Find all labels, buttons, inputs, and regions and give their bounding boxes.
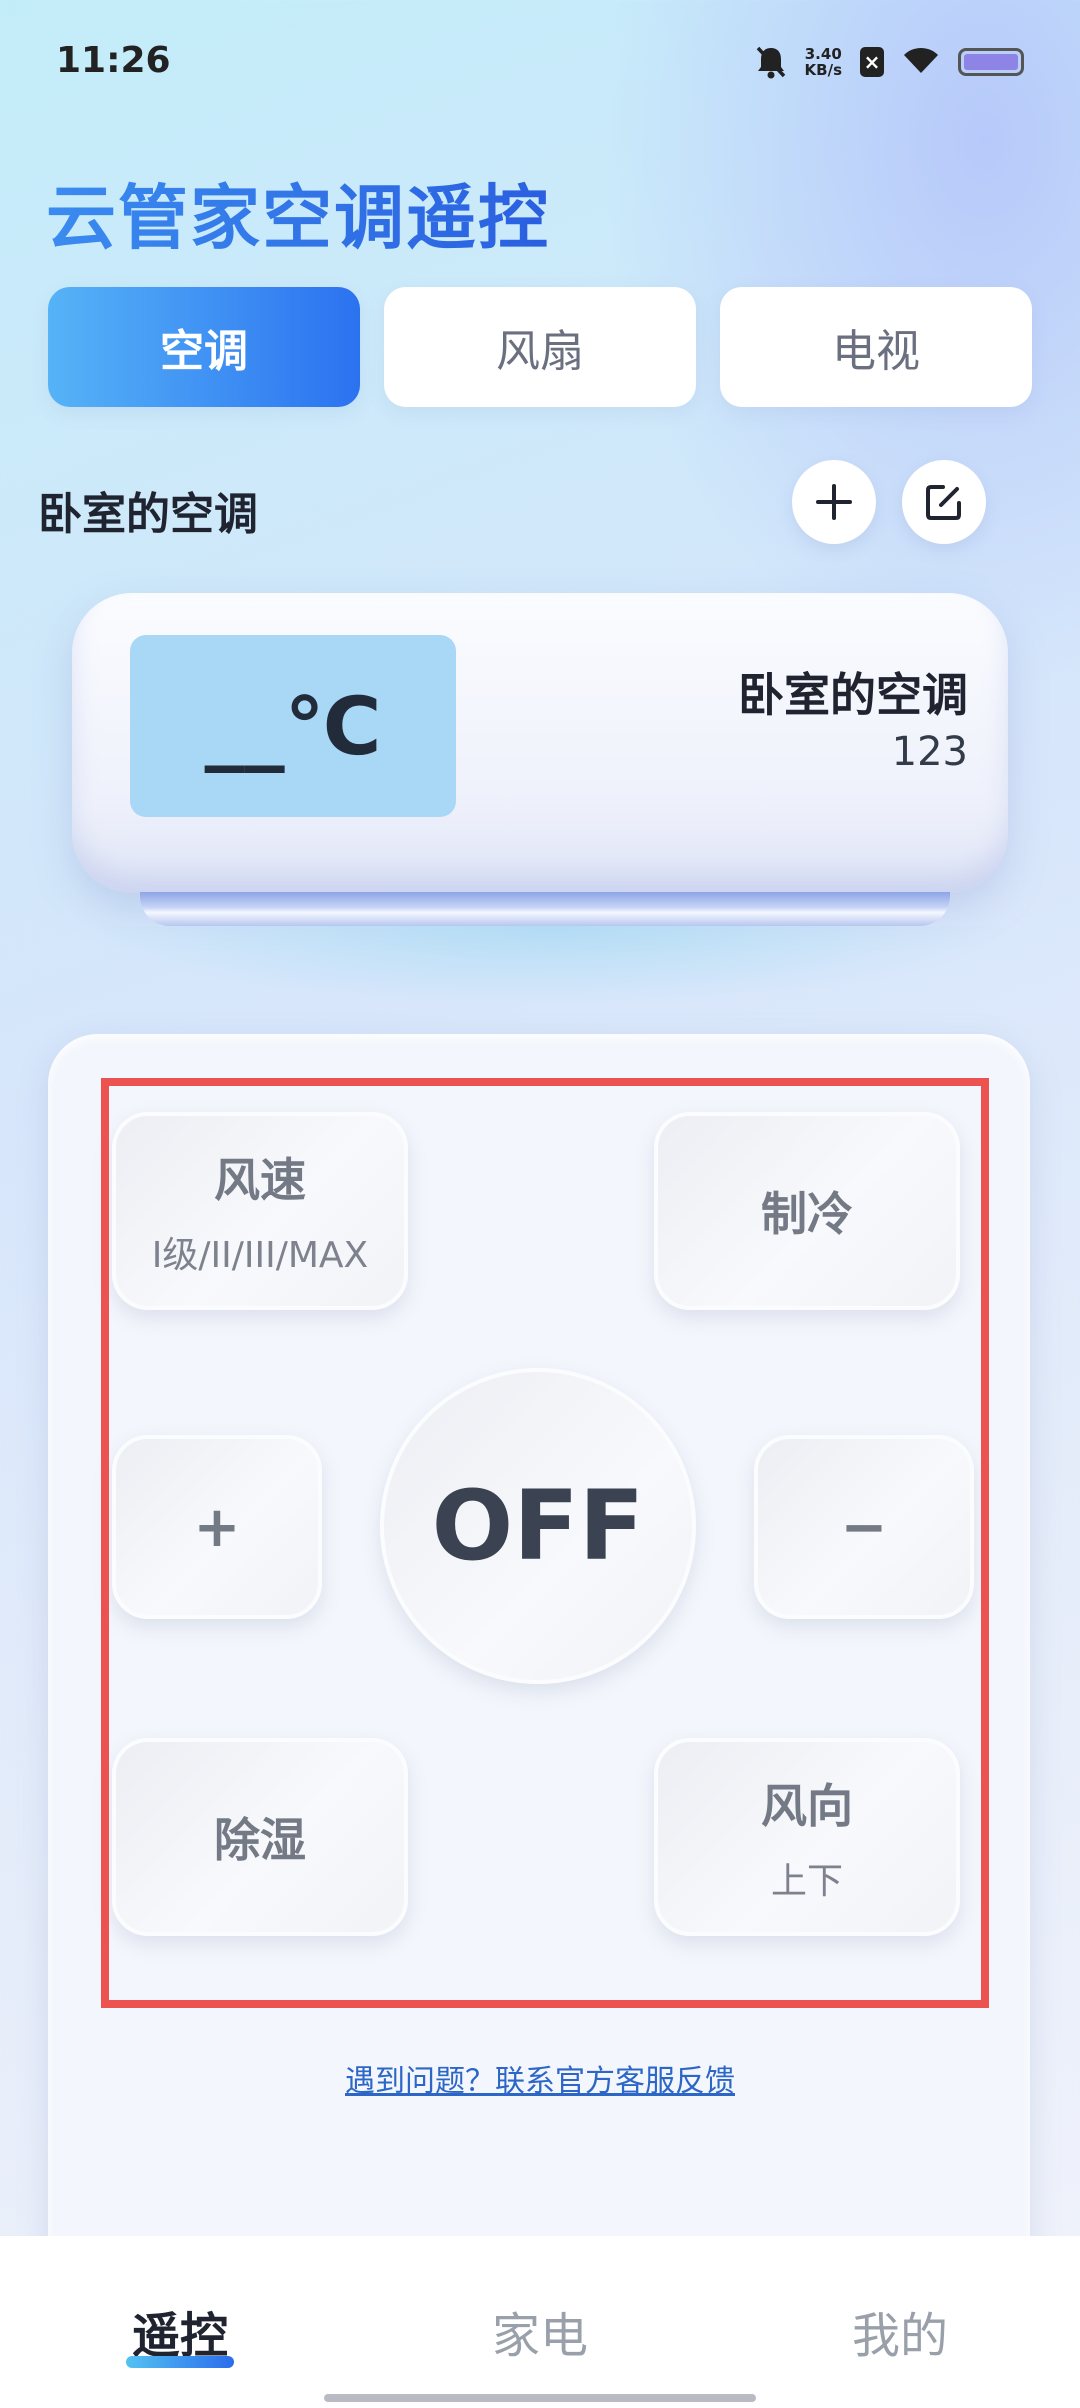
network-speed-unit: KB/s [804, 61, 842, 79]
tab-tv[interactable]: 电视 [720, 287, 1032, 407]
plus-icon [816, 484, 852, 520]
ac-vent [140, 892, 950, 926]
edit-icon [926, 485, 961, 520]
tab-fan[interactable]: 风扇 [384, 287, 696, 407]
notification-x-icon: × [860, 47, 884, 77]
network-speed-value: 3.40 [804, 45, 842, 63]
ac-unit-code: 123 [891, 729, 968, 775]
app-title: 云管家空调遥控 [46, 162, 550, 263]
nav-appliance[interactable]: 家电 [440, 2296, 640, 2366]
edit-device-button[interactable] [902, 460, 986, 544]
tab-air-conditioner[interactable]: 空调 [48, 287, 360, 407]
wifi-icon [902, 45, 940, 79]
network-speed: 3.40 KB/s [805, 46, 842, 78]
home-indicator-bar[interactable] [324, 2394, 756, 2402]
ac-unit-card: __℃ 卧室的空调 123 [72, 593, 1008, 893]
nav-mine[interactable]: 我的 [800, 2296, 1000, 2366]
status-time: 11:26 [56, 40, 171, 81]
feedback-link[interactable]: 遇到问题？联系官方客服反馈 [0, 2056, 1080, 2100]
add-device-button[interactable] [792, 460, 876, 544]
device-row: 卧室的空调 [38, 460, 1048, 550]
battery-fill [964, 54, 1018, 70]
bell-muted-icon [755, 44, 787, 80]
temperature-display: __℃ [130, 635, 456, 817]
highlight-box [101, 1078, 989, 2008]
battery-icon [958, 48, 1024, 76]
ac-unit-name: 卧室的空调 [738, 668, 968, 722]
status-icons: 3.40 KB/s × [755, 40, 1024, 84]
nav-active-indicator [126, 2356, 234, 2368]
device-name: 卧室的空调 [38, 489, 258, 540]
bottom-nav: 遥控 家电 我的 [0, 2236, 1080, 2408]
category-tabs: 空调 风扇 电视 [48, 287, 1032, 407]
ac-airflow [90, 926, 1010, 1006]
status-bar: 11:26 3.40 KB/s × [0, 0, 1080, 125]
